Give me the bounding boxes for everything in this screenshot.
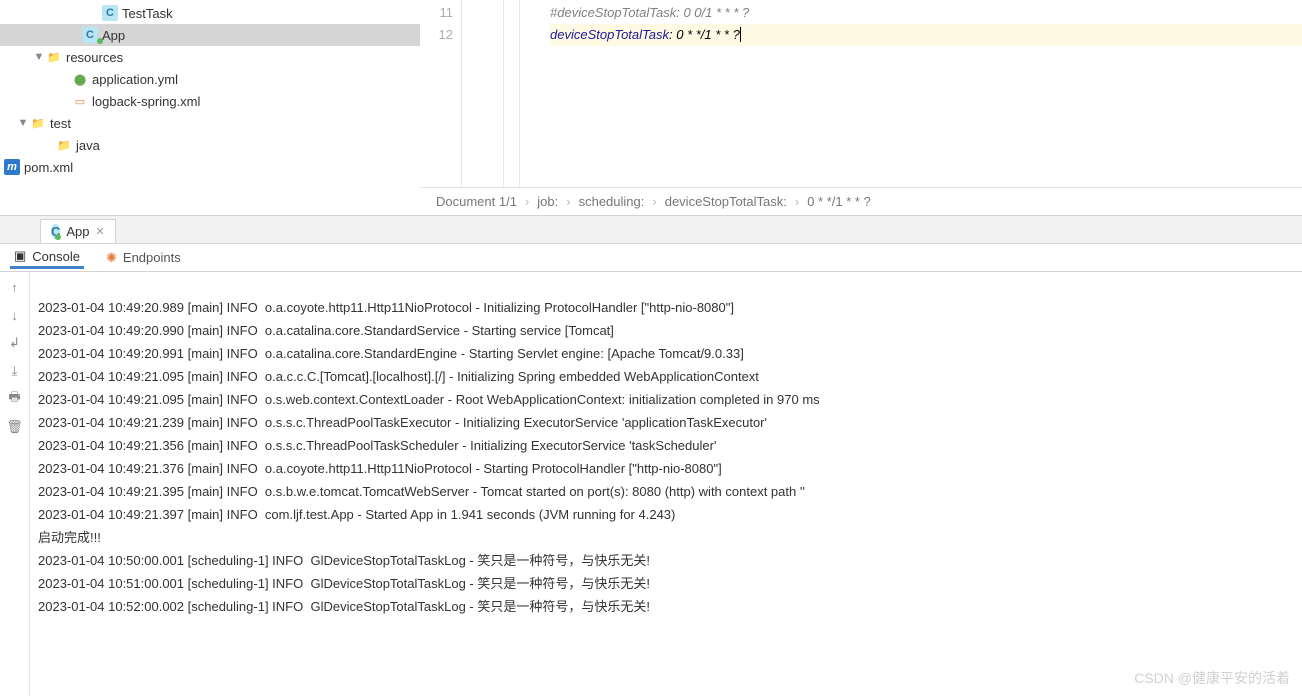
tree-label: java [76,138,100,153]
close-icon[interactable]: ✕ [96,225,105,238]
run-tab-bar: C App ✕ [0,216,1302,244]
breadcrumb-item[interactable]: deviceStopTotalTask: [665,194,787,209]
tree-label: logback-spring.xml [92,94,200,109]
log-line: 2023-01-04 10:49:20.991 [main] INFO o.a.… [38,346,744,361]
editor-code[interactable]: #deviceStopTotalTask: 0 0/1 * * * ? devi… [520,0,1302,187]
log-line: 2023-01-04 10:49:20.990 [main] INFO o.a.… [38,323,614,338]
folder-icon: 📁 [30,115,46,131]
tree-item-logback-xml[interactable]: ▭ logback-spring.xml [0,90,420,112]
line-number: 11 [420,2,453,24]
tab-label: Endpoints [123,250,181,265]
run-panel: C App ✕ ▣ Console ✺ Endpoints ↑ ↓ ↲ ⤓ 🖶 … [0,216,1302,696]
scroll-lock-icon[interactable]: ⤓ [6,362,24,380]
log-line: 2023-01-04 10:52:00.002 [scheduling-1] I… [38,599,650,614]
folder-icon: 📁 [46,49,62,65]
run-tab-label: App [66,224,89,239]
chevron-down-icon[interactable]: ▼ [32,51,46,63]
console-icon: ▣ [14,248,26,264]
tree-label: TestTask [122,6,173,21]
tree-item-resources[interactable]: ▼ 📁 resources [0,46,420,68]
editor-gutter[interactable]: 11 12 [420,0,462,187]
tree-item-test[interactable]: ▼ 📁 test [0,112,420,134]
chevron-right-icon: › [566,194,570,209]
log-line: 2023-01-04 10:50:00.001 [scheduling-1] I… [38,553,650,568]
tree-label: application.yml [92,72,178,87]
clear-icon[interactable]: 🗑 [6,418,24,436]
console-toolbar: ↑ ↓ ↲ ⤓ 🖶 🗑 [0,272,30,696]
breadcrumb[interactable]: Document 1/1 › job: › scheduling: › devi… [420,187,1302,215]
log-line: 2023-01-04 10:49:21.356 [main] INFO o.s.… [38,438,716,453]
tree-item-app[interactable]: C App [0,24,420,46]
console-output[interactable]: 2023-01-04 10:49:20.989 [main] INFO o.a.… [30,272,1302,696]
breadcrumb-doc: Document 1/1 [436,194,517,209]
class-run-icon: C [82,27,98,43]
tree-label: test [50,116,71,131]
tree-label: App [102,28,125,43]
log-line: 2023-01-04 10:49:21.095 [main] INFO o.a.… [38,369,759,384]
chevron-down-icon[interactable]: ▼ [16,117,30,129]
editor-marker-column[interactable] [504,0,520,187]
watermark: CSDN @健康平安的活着 [1134,668,1290,688]
chevron-right-icon: › [525,194,529,209]
line-number: 12 [420,24,453,46]
scroll-to-end-icon[interactable]: ↑ [6,278,24,296]
chevron-right-icon: › [795,194,799,209]
breadcrumb-item[interactable]: scheduling: [579,194,645,209]
print-icon[interactable]: 🖶 [6,390,24,408]
log-line: 2023-01-04 10:49:20.989 [main] INFO o.a.… [38,300,734,315]
class-icon: C [102,5,118,21]
log-line: 2023-01-04 10:51:00.001 [scheduling-1] I… [38,576,650,591]
tab-console[interactable]: ▣ Console [10,246,84,269]
chevron-right-icon: › [652,194,656,209]
editor-area: 11 12 #deviceStopTotalTask: 0 0/1 * * * … [420,0,1302,215]
tree-label: resources [66,50,123,65]
log-line: 2023-01-04 10:49:21.395 [main] INFO o.s.… [38,484,805,499]
editor-fold-column[interactable] [462,0,504,187]
code-value: : 0 * */1 * * ? [669,27,740,42]
tree-label: pom.xml [24,160,73,175]
log-line: 2023-01-04 10:49:21.397 [main] INFO com.… [38,507,675,522]
run-tab-app[interactable]: C App ✕ [40,219,116,243]
code-comment: #deviceStopTotalTask: 0 0/1 * * * ? [550,5,749,20]
code-key: deviceStopTotalTask [550,27,669,42]
yml-icon: ⬤ [72,71,88,87]
tree-item-application-yml[interactable]: ⬤ application.yml [0,68,420,90]
log-line: 2023-01-04 10:49:21.239 [main] INFO o.s.… [38,415,767,430]
soft-wrap-icon[interactable]: ↲ [6,334,24,352]
editor-cursor [740,27,741,42]
xml-icon: ▭ [72,93,88,109]
tree-item-testtask[interactable]: C TestTask [0,2,420,24]
breadcrumb-item[interactable]: job: [537,194,558,209]
maven-icon: m [4,159,20,175]
scroll-down-icon[interactable]: ↓ [6,306,24,324]
run-subtabs: ▣ Console ✺ Endpoints [0,244,1302,272]
log-line: 启动完成!!! [38,530,101,545]
log-line: 2023-01-04 10:49:21.376 [main] INFO o.a.… [38,461,722,476]
log-line: 2023-01-04 10:49:21.095 [main] INFO o.s.… [38,392,820,407]
tree-item-java[interactable]: 📁 java [0,134,420,156]
tree-item-pom-xml[interactable]: m pom.xml [0,156,420,178]
tab-label: Console [32,249,80,264]
project-tree[interactable]: C TestTask C App ▼ 📁 resources ⬤ applica… [0,0,420,215]
endpoints-icon: ✺ [106,250,117,266]
folder-green-icon: 📁 [56,137,72,153]
tab-endpoints[interactable]: ✺ Endpoints [102,248,185,268]
breadcrumb-item[interactable]: 0 * */1 * * ? [807,194,871,209]
